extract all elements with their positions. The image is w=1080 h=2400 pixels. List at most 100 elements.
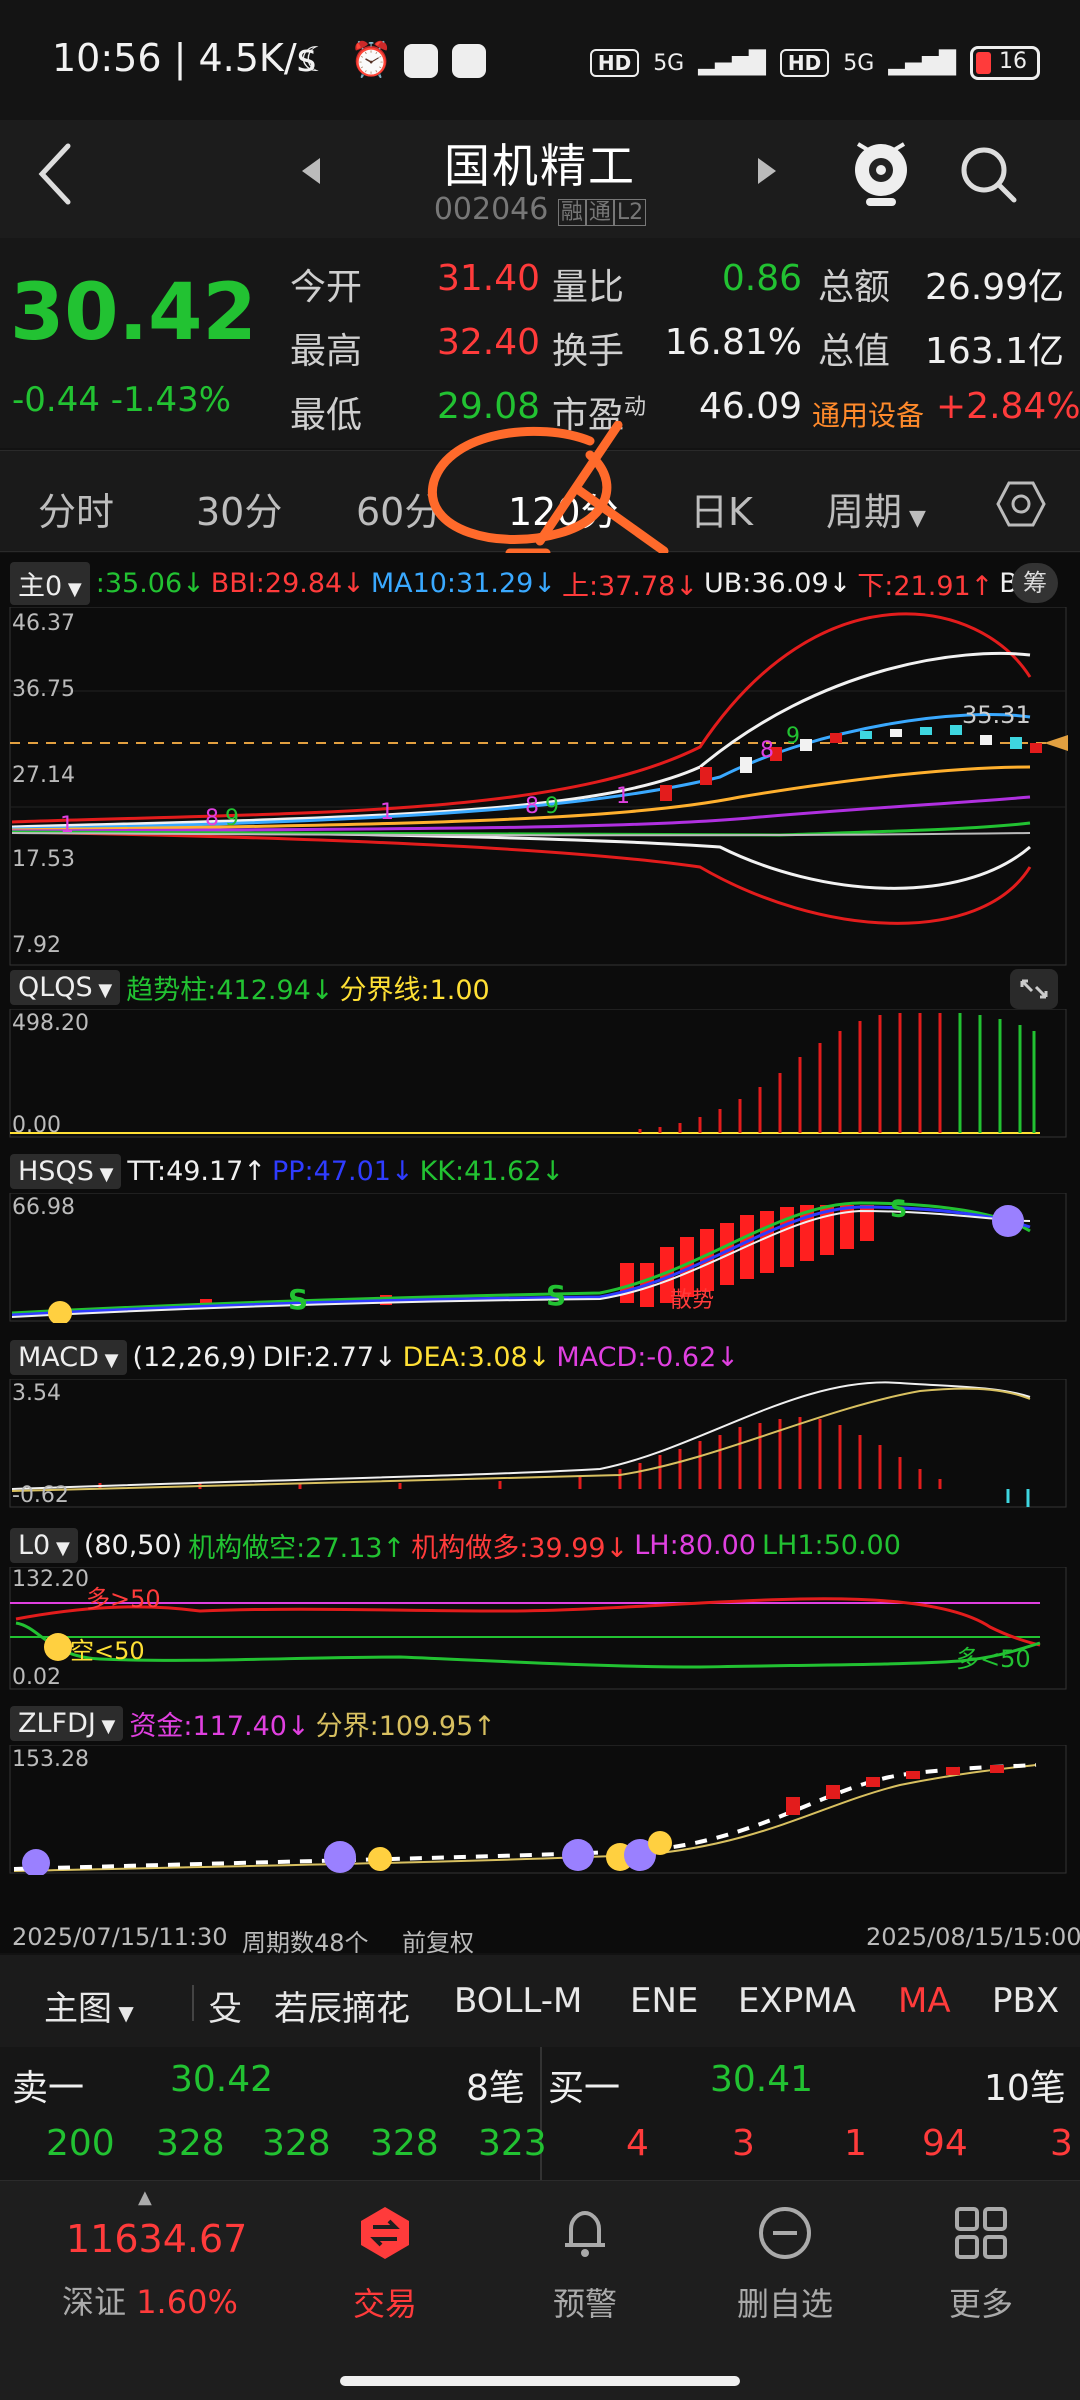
svg-text:9: 9 <box>545 794 559 819</box>
margin-tag: 融 <box>557 199 586 226</box>
macd-selector[interactable]: MACD ▼ <box>10 1339 127 1375</box>
robot-assistant-icon[interactable] <box>848 136 914 212</box>
tab-30min[interactable]: 30分 <box>196 481 282 536</box>
hsqs-selector[interactable]: HSQS ▼ <box>10 1153 122 1189</box>
stock-code-row: 002046 融通 L2 <box>0 192 1080 227</box>
l0-legend: L0 ▼ (80,50) 机构做空:27.13↑ 机构做多:39.99↓ LH:… <box>10 1523 901 1567</box>
macd-axis-bottom: -0.62 <box>12 1483 69 1508</box>
svg-text:1: 1 <box>616 784 630 809</box>
sector-change: +2.84% <box>936 386 1080 427</box>
buy-vol-4: 94 <box>922 2123 968 2164</box>
tab-period[interactable]: 周期 ▼ <box>826 481 926 536</box>
lower-band-value: 下:21.91↑ <box>857 570 994 602</box>
hd-badge-2: HD <box>779 49 830 77</box>
pe-dynamic-mark: 动 <box>624 395 647 420</box>
chip-distribution-button[interactable]: 筹 <box>1012 563 1058 603</box>
ind-tab-expma[interactable]: EXPMA <box>738 1981 856 2021</box>
hsqs-axis-top: 66.98 <box>12 1195 75 1220</box>
index-change: 1.60% <box>136 2283 238 2321</box>
nav-trade-label: 交易 <box>352 2285 417 2323</box>
expand-icon[interactable] <box>1010 969 1058 1009</box>
svg-text:9: 9 <box>225 806 239 831</box>
volume-ratio-value: 0.86 <box>721 258 802 299</box>
next-stock-icon[interactable] <box>756 156 778 186</box>
main-kline-chart[interactable]: 1 8 9 1 8 9 1 8 9 35.31 <box>0 607 1080 967</box>
ind-tab-boll[interactable]: BOLL-M <box>454 1981 582 2021</box>
moon-icon: ☾ <box>300 40 331 80</box>
sell-vol-3: 328 <box>262 2123 331 2164</box>
index-name-row[interactable]: 深证 1.60% <box>62 2277 238 2323</box>
nav-trade[interactable]: 交易 <box>310 2205 460 2325</box>
bottom-nav: ▲ 11634.67 深证 1.60% 交易 预警 删自选 更多 <box>0 2180 1080 2400</box>
qlqs-bars <box>638 1013 1036 1133</box>
hsqs-note: 散势 <box>670 1288 714 1313</box>
kline-chart-area[interactable]: 主0 ▼ :35.06↓ BBI:29.84↓ MA10:31.29↓ 上:37… <box>0 553 1080 1957</box>
tab-intraday[interactable]: 分时 <box>38 481 114 536</box>
ind-tab-ma[interactable]: MA <box>898 1981 951 2021</box>
turnover-value: 16.81% <box>664 322 802 363</box>
market-cap-label: 总值 <box>818 331 891 372</box>
svg-text:1: 1 <box>60 813 74 838</box>
l0-name: L0 <box>18 1529 51 1561</box>
home-indicator[interactable] <box>340 2376 740 2386</box>
tab-daily[interactable]: 日K <box>690 481 753 536</box>
macd-axis-top: 3.54 <box>12 1381 61 1406</box>
nav-more[interactable]: 更多 <box>906 2205 1056 2325</box>
main-indicator-selector[interactable]: 主0 ▼ <box>10 561 90 605</box>
qlqs-selector[interactable]: QLQS ▼ <box>10 969 121 1005</box>
ind-tab-ruochen[interactable]: 若辰摘花 <box>274 1981 410 2030</box>
search-icon[interactable] <box>958 144 1018 204</box>
index-value[interactable]: 11634.67 <box>66 2217 247 2261</box>
hsqs-chart[interactable]: S S S 散势 <box>0 1193 1080 1323</box>
svg-text:S: S <box>546 1279 566 1312</box>
level2-tag: L2 <box>613 199 647 226</box>
connect-tag: 通 <box>585 199 614 226</box>
buy-vol-1: 4 <box>626 2123 649 2164</box>
price-change: -0.44 -1.43% <box>12 380 231 420</box>
main-axis-3: 27.14 <box>12 763 75 788</box>
ind-tab-partial[interactable]: 殳 <box>208 1981 242 2030</box>
zlfdj-fund: 资金:117.40↓ <box>129 1710 310 1742</box>
svg-text:8: 8 <box>525 794 539 819</box>
svg-text:8: 8 <box>205 806 219 831</box>
index-name: 深证 <box>62 2283 127 2321</box>
open-value: 31.40 <box>436 258 540 299</box>
macd-chart[interactable] <box>0 1379 1080 1509</box>
ind-tab-pbx[interactable]: PBX <box>992 1981 1059 2021</box>
battery-level: 16 <box>999 49 1027 74</box>
qlqs-legend: QLQS ▼ 趋势柱:412.94↓ 分界线:1.00 <box>10 965 490 1009</box>
l0-annotation-3: 多<50 <box>956 1645 1031 1673</box>
zlfdj-axis-top: 153.28 <box>12 1747 89 1772</box>
volume-ratio-label: 量比 <box>552 267 625 308</box>
hsqs-name: HSQS <box>18 1155 94 1187</box>
nav-alert[interactable]: 预警 <box>510 2205 660 2325</box>
zlfdj-divide: 分界:109.95↑ <box>315 1710 496 1742</box>
main-axis-4: 17.53 <box>12 847 75 872</box>
sell-one-count: 8笔 <box>466 2068 525 2109</box>
period-tabs: 分时 30分 60分 120分 日K 周期 ▼ <box>0 421 1080 558</box>
settings-icon[interactable] <box>996 479 1046 529</box>
buy-vol-3: 1 <box>844 2123 867 2164</box>
zlfdj-chart[interactable] <box>0 1745 1080 1875</box>
ind-tab-ene[interactable]: ENE <box>630 1981 698 2021</box>
collapse-up-icon[interactable]: ▲ <box>138 2187 152 2208</box>
amount-label: 总额 <box>818 267 891 308</box>
zlfdj-legend: ZLFDJ ▼ 资金:117.40↓ 分界:109.95↑ <box>10 1701 496 1745</box>
bbi-value: BBI:29.84↓ <box>210 567 365 599</box>
sell-vol-4: 328 <box>370 2123 439 2164</box>
l0-selector[interactable]: L0 ▼ <box>10 1527 78 1563</box>
main-chart-dropdown[interactable]: 主图 ▼ <box>44 1981 134 2030</box>
sector-label[interactable]: 通用设备 <box>812 394 924 434</box>
qlqs-chart[interactable] <box>0 1009 1080 1139</box>
buy-vol-2: 3 <box>732 2123 755 2164</box>
adjust-mode[interactable]: 前复权 <box>402 1923 474 1958</box>
sell-one-price: 30.42 <box>170 2059 274 2100</box>
hd-badge: HD <box>589 49 640 77</box>
nav-remove-watchlist[interactable]: 删自选 <box>710 2205 860 2325</box>
zlfdj-selector[interactable]: ZLFDJ ▼ <box>10 1705 124 1741</box>
remove-circle-icon <box>759 2207 811 2259</box>
buy-one-count: 10笔 <box>984 2068 1066 2109</box>
buy-vol-5: 3 <box>1050 2123 1073 2164</box>
l0-chart[interactable]: 多>50 空<50 多<50 <box>0 1567 1080 1691</box>
main-axis-bottom: 7.92 <box>12 933 61 958</box>
